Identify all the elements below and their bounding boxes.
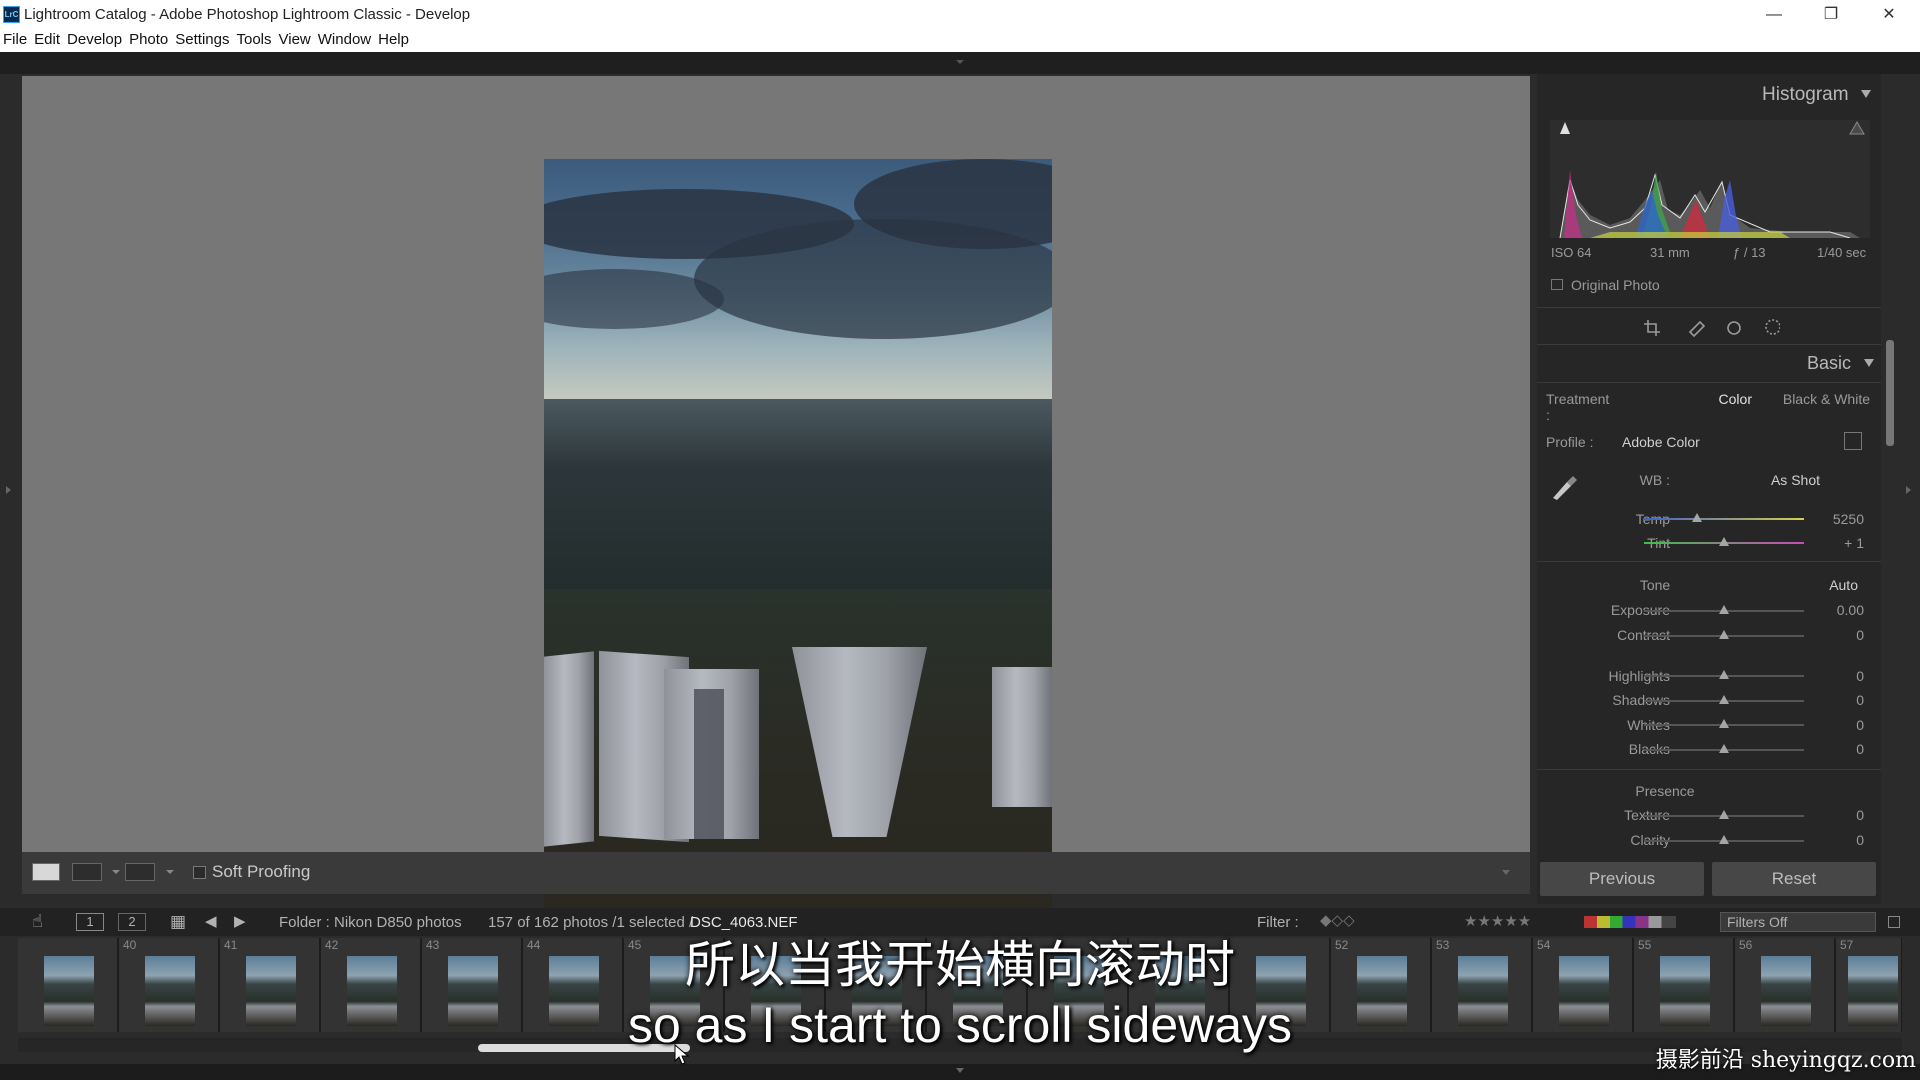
- presence-section-label: Presence: [1635, 783, 1695, 799]
- soft-proofing-label: Soft Proofing: [212, 862, 311, 881]
- menu-settings[interactable]: Settings: [172, 30, 233, 50]
- wb-dropdown[interactable]: As Shot: [1740, 472, 1820, 488]
- histogram-graph: [1550, 121, 1865, 239]
- right-panel-scrollbar[interactable]: [1886, 340, 1894, 446]
- sign-letter-w: [992, 667, 1052, 807]
- loupe-view[interactable]: [22, 76, 1530, 921]
- profile-dropdown[interactable]: Adobe Color: [1622, 434, 1732, 450]
- basic-collapse-icon[interactable]: [1864, 359, 1874, 367]
- texture-value[interactable]: 0: [1814, 807, 1864, 823]
- treatment-bw-option[interactable]: Black & White: [1774, 391, 1870, 407]
- masking-tool-button[interactable]: [1762, 314, 1786, 338]
- tone-auto-button[interactable]: Auto: [1818, 577, 1858, 593]
- menu-tools[interactable]: Tools: [233, 30, 275, 50]
- title-bar: LrC Lightroom Catalog - Adobe Photoshop …: [0, 0, 1920, 30]
- shadow-clipping-icon: [1560, 122, 1570, 134]
- develop-toolbar: Soft Proofing: [22, 852, 1530, 894]
- wb-eyedropper-icon[interactable]: [1549, 470, 1579, 502]
- blacks-slider-thumb[interactable]: [1719, 744, 1729, 753]
- tint-slider-thumb[interactable]: [1719, 537, 1729, 546]
- temp-value[interactable]: 5250: [1814, 511, 1864, 527]
- subtitle-english: so as I start to scroll sideways: [627, 997, 1293, 1053]
- shadows-value[interactable]: 0: [1814, 692, 1864, 708]
- split-dropdown-icon[interactable]: [166, 870, 174, 874]
- right-panel-toggle-icon[interactable]: [1906, 486, 1911, 494]
- top-panel-toggle-icon[interactable]: [956, 60, 964, 64]
- treatment-label: Treatment :: [1546, 391, 1610, 423]
- menu-window[interactable]: Window: [315, 30, 375, 50]
- original-photo-label: Original Photo: [1571, 277, 1660, 293]
- menu-help[interactable]: Help: [375, 30, 413, 50]
- menu-develop[interactable]: Develop: [64, 30, 126, 50]
- menu-bar: File Edit Develop Photo Settings Tools View Win…: [0, 30, 1920, 52]
- toolbar-options-icon[interactable]: [1502, 870, 1510, 875]
- clarity-value[interactable]: 0: [1814, 832, 1864, 848]
- minimize-button[interactable]: —: [1751, 2, 1797, 28]
- wb-label: WB :: [1639, 472, 1670, 488]
- histogram-title[interactable]: Histogram: [1762, 84, 1849, 106]
- menu-file[interactable]: File: [0, 30, 31, 50]
- menu-edit[interactable]: Edit: [31, 30, 64, 50]
- profile-browser-icon[interactable]: [1844, 432, 1862, 450]
- tint-value[interactable]: + 1: [1814, 535, 1864, 551]
- reset-button[interactable]: Reset: [1712, 862, 1876, 896]
- histogram-collapse-icon[interactable]: [1861, 90, 1871, 98]
- aperture-readout: ƒ / 13: [1733, 245, 1766, 260]
- blacks-value[interactable]: 0: [1814, 741, 1864, 757]
- red-eye-tool-button[interactable]: [1722, 314, 1746, 338]
- exposure-slider-thumb[interactable]: [1719, 605, 1729, 614]
- window-title: Lightroom Catalog - Adobe Photoshop Ligh…: [24, 6, 471, 23]
- crop-tool-button[interactable]: [1644, 314, 1668, 338]
- before-after-dropdown-icon[interactable]: [112, 870, 120, 874]
- highlights-slider-thumb[interactable]: [1719, 670, 1729, 679]
- before-after-split-button[interactable]: [125, 863, 155, 881]
- temp-slider-track[interactable]: [1644, 518, 1804, 520]
- exposure-value[interactable]: 0.00: [1814, 602, 1864, 618]
- profile-label: Profile :: [1546, 434, 1594, 450]
- highlight-clipping-icon: [1849, 121, 1865, 135]
- previous-button[interactable]: Previous: [1540, 862, 1704, 896]
- texture-slider-thumb[interactable]: [1719, 810, 1729, 819]
- subtitle-chinese: 所以当我开始横向滚动时: [685, 936, 1235, 994]
- lightroom-window: LrC Lightroom Catalog - Adobe Photoshop …: [0, 0, 1920, 1080]
- shadows-slider-thumb[interactable]: [1719, 695, 1729, 704]
- whites-slider-thumb[interactable]: [1719, 719, 1729, 728]
- menu-view[interactable]: View: [276, 30, 315, 50]
- develop-photo[interactable]: [544, 159, 1052, 921]
- loupe-view-button[interactable]: [32, 863, 60, 881]
- bottom-panel-toggle-icon[interactable]: [956, 1068, 964, 1073]
- soft-proofing-checkbox[interactable]: [193, 866, 206, 879]
- clarity-slider-thumb[interactable]: [1719, 835, 1729, 844]
- shutter-readout: 1/40 sec: [1817, 245, 1867, 260]
- close-button[interactable]: ✕: [1866, 2, 1912, 28]
- basic-panel-title[interactable]: Basic: [1807, 353, 1851, 374]
- highlights-value[interactable]: 0: [1814, 668, 1864, 684]
- left-panel-toggle-icon[interactable]: [6, 486, 11, 494]
- focal-length-readout: 31 mm: [1650, 245, 1690, 260]
- contrast-value[interactable]: 0: [1814, 627, 1864, 643]
- menu-photo[interactable]: Photo: [126, 30, 172, 50]
- whites-value[interactable]: 0: [1814, 717, 1864, 733]
- tone-section-label: Tone: [1639, 577, 1671, 593]
- temp-slider-thumb[interactable]: [1692, 513, 1702, 522]
- spot-removal-tool-button[interactable]: [1686, 314, 1710, 338]
- lightroom-app-icon: LrC: [3, 6, 20, 23]
- contrast-slider-thumb[interactable]: [1719, 630, 1729, 639]
- histogram-chart[interactable]: [1550, 120, 1870, 239]
- iso-readout: ISO 64: [1551, 245, 1592, 260]
- restore-button[interactable]: ❐: [1808, 2, 1854, 28]
- watermark: 摄影前沿 sheyingqz.com: [1655, 1048, 1916, 1073]
- treatment-color-option[interactable]: Color: [1710, 391, 1752, 407]
- before-after-view-button[interactable]: [72, 863, 102, 881]
- original-photo-checkbox[interactable]: [1551, 279, 1563, 290]
- sign-letter-h: [544, 651, 594, 847]
